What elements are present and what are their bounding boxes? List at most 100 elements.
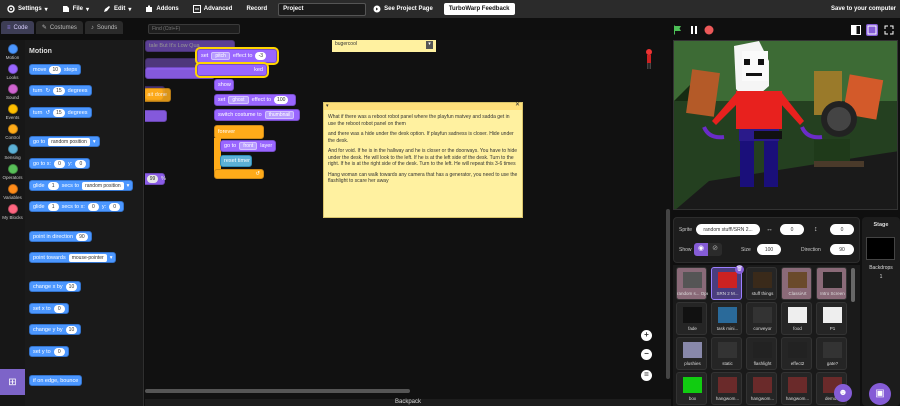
project-title-input[interactable]: Project <box>278 2 367 16</box>
sprite-tile[interactable]: stuff things <box>746 267 777 300</box>
set-ghost-effect-block[interactable]: set ghost effect to 100 <box>214 94 296 106</box>
note-header[interactable]: ▾ ✕ <box>324 102 522 110</box>
block-number-input[interactable]: 0 <box>54 159 66 168</box>
category-my-blocks[interactable]: My Blocks <box>0 204 25 220</box>
category-control[interactable]: Control <box>0 124 25 140</box>
zoom-reset-button[interactable]: = <box>641 370 652 381</box>
block-dropdown[interactable]: ghost <box>228 96 249 104</box>
category-operators[interactable]: Operators <box>0 164 25 180</box>
file-menu[interactable]: File ▾ <box>55 0 96 18</box>
point-towards-block[interactable]: point towards mouse-pointer ▾ <box>29 252 117 263</box>
sprite-tile[interactable]: hangwom... <box>781 372 812 405</box>
glide-xy-block[interactable]: glide 1 secs to x: 0 y: 0 <box>29 201 125 212</box>
wait-until-done-block[interactable]: ait done <box>145 88 171 102</box>
block-number-input[interactable]: 15 <box>53 108 65 117</box>
see-project-page-button[interactable]: See Project Page <box>366 0 440 18</box>
category-looks[interactable]: Looks <box>0 64 25 80</box>
go-to-block[interactable]: go to random position ▾ <box>29 136 100 147</box>
show-visible-eye-icon[interactable]: ◉ <box>694 243 708 256</box>
stop-icon[interactable] <box>704 25 714 35</box>
go-to-xy-block[interactable]: go to x: 0 y: 0 <box>29 158 91 169</box>
sprite-tile[interactable]: task mini... <box>711 302 742 335</box>
block-number-input[interactable]: 0 <box>109 202 121 211</box>
bounce-block[interactable]: if on edge, bounce <box>29 375 83 386</box>
block-number-input[interactable]: 10 <box>49 65 62 74</box>
horizontal-scrollbar[interactable] <box>145 389 410 393</box>
zoom-out-button[interactable]: − <box>641 349 652 360</box>
small-stage-icon[interactable] <box>851 25 861 35</box>
close-icon[interactable]: ✕ <box>515 102 520 109</box>
add-extension-button[interactable]: ⊞ <box>0 369 25 395</box>
sprite-tile[interactable]: hangwom... <box>746 372 777 405</box>
block-number-input[interactable]: 10 <box>65 325 78 334</box>
advanced-menu[interactable]: Advanced <box>186 0 240 18</box>
block-dropdown[interactable]: mouse-pointer <box>68 253 107 262</box>
tab-code[interactable]: ≡ Code <box>1 21 34 34</box>
sprite-tile[interactable]: SRN 2 M... 🗑 <box>711 265 744 300</box>
code-workspace[interactable]: tale But It's Low Qua ait done 99% set pi… <box>145 40 671 406</box>
settings-menu[interactable]: Settings ▾ <box>0 0 55 18</box>
set-pitch-effect-block[interactable]: set pitch effect to -3 <box>197 49 277 63</box>
stage-target-panel[interactable]: Stage Backdrops 1 ▣ <box>862 217 900 406</box>
sprite-name-input[interactable]: random stuff!/SRN 2... <box>696 224 760 235</box>
edit-menu[interactable]: Edit ▾ <box>96 0 138 18</box>
block-dropdown[interactable]: random position <box>82 181 124 190</box>
sprite-tile[interactable]: random s... Opener <box>676 267 708 300</box>
sprite-tile[interactable]: plushies <box>676 337 707 370</box>
find-input[interactable]: Find (Ctrl+F) <box>148 24 240 34</box>
block-number-input[interactable]: 1 <box>47 202 59 211</box>
block-number-input[interactable]: 1 <box>47 181 59 190</box>
tab-sounds[interactable]: ♪ Sounds <box>84 21 124 34</box>
block-number-input[interactable]: 90 <box>76 232 88 241</box>
go-to-front-layer-block[interactable]: go to front layer <box>220 140 276 152</box>
turn-left-block[interactable]: turn ↺ 15 degrees <box>29 107 92 118</box>
sprite-tile[interactable]: conveyor <box>746 302 777 335</box>
add-backdrop-icon[interactable]: ▣ <box>869 383 891 405</box>
save-to-computer-button[interactable]: Save to your computer <box>824 0 900 18</box>
collapse-icon[interactable]: ▾ <box>326 103 329 110</box>
sprite-size-input[interactable]: 100 <box>757 244 781 255</box>
sprite-direction-input[interactable]: 90 <box>830 244 854 255</box>
block-dropdown[interactable]: pitch <box>211 52 230 60</box>
block-number-input[interactable]: 0 <box>53 304 65 313</box>
block-number-input[interactable]: 100 <box>274 96 289 104</box>
hide-eye-icon[interactable]: ⊘ <box>708 243 722 256</box>
sprite-tile[interactable]: P1 <box>816 302 847 335</box>
set-y-block[interactable]: set y to 0 <box>29 346 69 357</box>
block-number-input[interactable]: 0 <box>53 347 65 356</box>
green-flag-icon[interactable] <box>673 25 683 35</box>
normal-stage-icon[interactable] <box>866 24 878 36</box>
add-sprite-cat-icon[interactable]: ☻ <box>834 384 852 402</box>
block-number-input[interactable]: -3 <box>255 52 267 60</box>
reset-timer-block[interactable]: reset timer <box>220 155 252 167</box>
record-button[interactable]: Record <box>239 0 274 18</box>
sprite-list-scrollbar[interactable] <box>851 268 855 302</box>
backpack-bar[interactable]: Backpack <box>145 399 671 406</box>
highlighted-block-bottom[interactable]: ked <box>197 64 267 76</box>
point-direction-block[interactable]: point in direction 90 <box>29 231 92 242</box>
move-steps-block[interactable]: move 10 steps <box>29 64 82 75</box>
tab-costumes[interactable]: ✎ Costumes <box>35 21 83 34</box>
sprite-tile[interactable]: static <box>711 337 742 370</box>
sprite-tile[interactable]: hangwom... <box>711 372 742 405</box>
sprite-tile[interactable]: fade <box>676 302 707 335</box>
sprite-tile[interactable]: effect2 <box>781 337 812 370</box>
percent-block[interactable]: 99% <box>145 173 166 185</box>
addons-button[interactable]: Addons <box>138 0 185 18</box>
block-number-input[interactable]: 0 <box>75 159 87 168</box>
block-dropdown[interactable]: random position <box>48 137 90 146</box>
category-sound[interactable]: Sound <box>0 84 25 100</box>
forever-block[interactable]: forever <box>214 125 264 139</box>
category-variables[interactable]: Variables <box>0 184 25 200</box>
block-number-input[interactable]: 99 <box>147 175 158 183</box>
sprite-tile[interactable]: gate? <box>816 337 847 370</box>
category-motion[interactable]: Motion <box>0 44 25 60</box>
glide-to-block[interactable]: glide 1 secs to random position ▾ <box>29 180 134 191</box>
comment-note-small[interactable]: bugercool ▾ <box>332 40 436 52</box>
switch-costume-block[interactable]: switch costume to thumbnail <box>214 109 300 121</box>
fullscreen-icon[interactable] <box>884 25 894 35</box>
sprite-y-input[interactable]: 0 <box>830 224 854 235</box>
sprite-tile[interactable]: flashlight <box>746 337 777 370</box>
sprite-tile[interactable]: food <box>781 302 812 335</box>
background-script-block[interactable] <box>145 110 167 122</box>
